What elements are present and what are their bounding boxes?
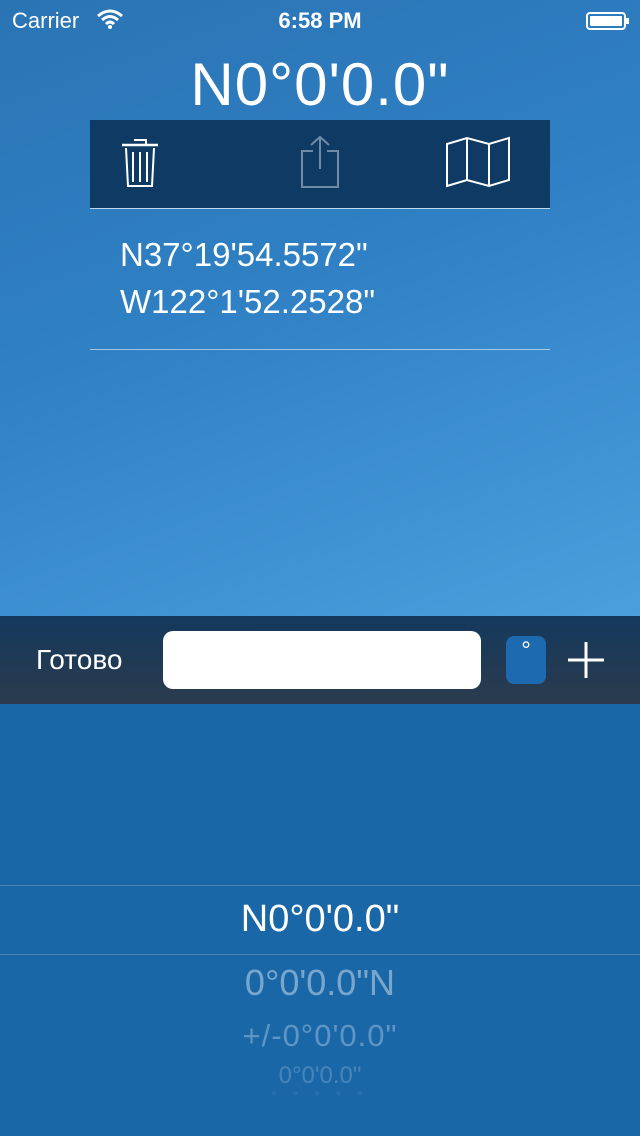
degree-button[interactable]: ° — [506, 636, 546, 684]
delete-button[interactable] — [112, 120, 168, 208]
picker-row[interactable]: 0°0'0.0"N — [0, 962, 640, 1004]
battery-icon — [586, 10, 630, 30]
picker-row[interactable]: +/-0°0'0.0" — [0, 1018, 640, 1054]
picker-selection-top — [0, 885, 640, 886]
map-icon — [445, 136, 511, 193]
latitude-label[interactable]: N37°19'54.5572" — [120, 236, 368, 274]
current-coordinate: N0°0'0.0" — [190, 51, 450, 118]
action-toolbar — [90, 120, 550, 208]
longitude-label[interactable]: W122°1'52.2528" — [120, 283, 375, 321]
share-button[interactable] — [290, 120, 350, 208]
picker-row[interactable]: ° ° ° ° ° — [0, 1088, 640, 1104]
trash-icon — [120, 136, 160, 193]
done-button[interactable]: Готово — [36, 644, 122, 676]
plus-icon[interactable] — [566, 640, 606, 680]
share-icon — [299, 135, 341, 194]
picker-selected-row[interactable]: N0°0'0.0" — [0, 898, 640, 941]
status-bar: Carrier 6:58 PM — [0, 0, 640, 40]
input-accessory-bar: Готово ° — [0, 616, 640, 704]
map-button[interactable] — [442, 120, 514, 208]
divider — [90, 208, 550, 209]
status-time: 6:58 PM — [278, 8, 362, 33]
format-picker[interactable]: N0°0'0.0" 0°0'0.0"N +/-0°0'0.0" 0°0'0.0"… — [0, 704, 640, 1136]
picker-row[interactable]: 0°0'0.0" — [0, 1062, 640, 1090]
picker-selection-bottom — [0, 954, 640, 955]
coordinate-input[interactable] — [163, 631, 481, 689]
divider — [90, 349, 550, 350]
main-view: Carrier 6:58 PM N0°0'0.0" N37°19'54.5572… — [0, 0, 640, 616]
